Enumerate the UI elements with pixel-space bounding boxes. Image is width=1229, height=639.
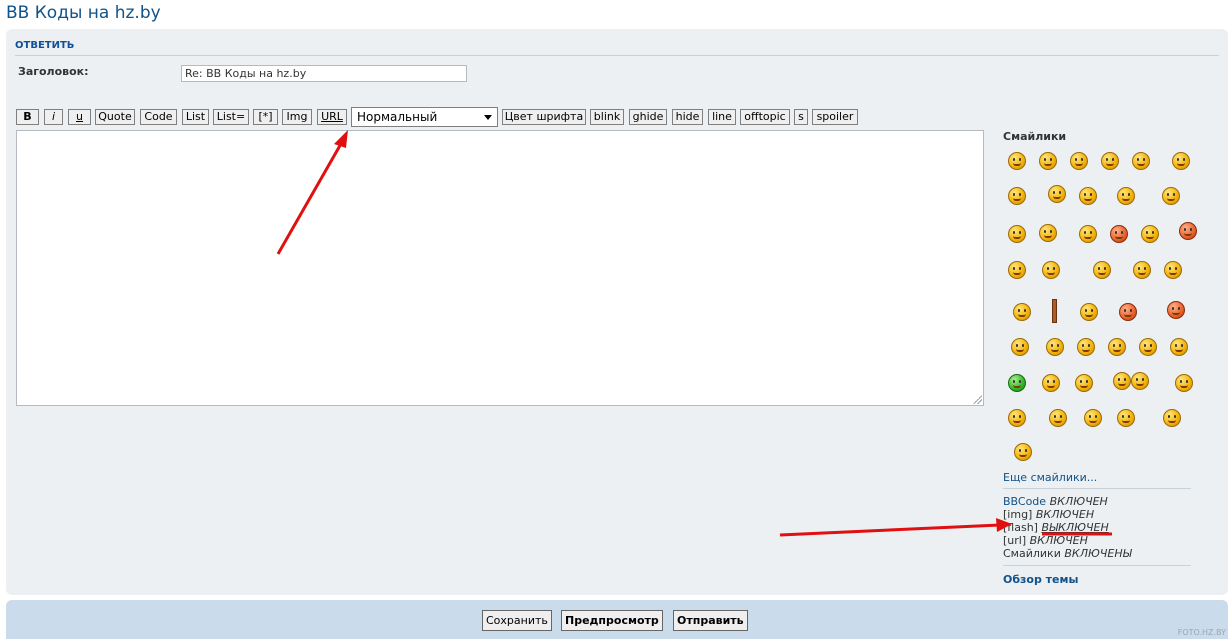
panel-heading: ОТВЕТИТЬ <box>15 40 75 51</box>
img-button[interactable]: Img <box>282 109 312 125</box>
smiley-icon[interactable] <box>1117 187 1135 205</box>
smiley-icon[interactable] <box>1164 261 1182 279</box>
smilies-heading: Смайлики <box>1003 130 1067 143</box>
smiley-icon[interactable] <box>1008 152 1026 170</box>
smiley-icon[interactable] <box>1042 261 1060 279</box>
smiley-icon[interactable] <box>1170 338 1188 356</box>
smiley-icon[interactable] <box>1014 443 1032 461</box>
smiley-icon[interactable] <box>1101 152 1119 170</box>
smiley-icon[interactable] <box>1172 152 1190 170</box>
submit-button[interactable]: Отправить <box>673 610 748 631</box>
status-value: ВКЛЮЧЕН <box>1029 534 1088 547</box>
smiley-icon[interactable] <box>1070 152 1088 170</box>
smiley-icon[interactable] <box>1011 338 1029 356</box>
status-label: [img] <box>1003 508 1033 521</box>
code-button[interactable]: Code <box>140 109 177 125</box>
url-button[interactable]: URL <box>317 109 347 125</box>
divider <box>1003 565 1191 566</box>
hide-button[interactable]: hide <box>672 109 703 125</box>
message-textarea[interactable] <box>16 130 984 406</box>
divider <box>15 55 1219 56</box>
status-value: ВКЛЮЧЕН <box>1049 495 1108 508</box>
resize-grip-icon[interactable] <box>973 395 982 404</box>
subject-label: Заголовок: <box>18 65 89 78</box>
underline-button[interactable]: u <box>68 109 91 125</box>
offtopic-button[interactable]: offtopic <box>740 109 790 125</box>
status-value: ВЫКЛЮЧЕН <box>1041 521 1109 534</box>
status-img: [img] ВКЛЮЧЕН <box>1003 508 1094 521</box>
smiley-icon[interactable] <box>1008 374 1026 392</box>
topic-review-link[interactable]: Обзор темы <box>1003 573 1078 586</box>
more-smilies-link[interactable]: Еще смайлики... <box>1003 471 1097 484</box>
smiley-icon[interactable] <box>1131 372 1149 390</box>
smiley-icon[interactable] <box>1008 225 1026 243</box>
quote-button[interactable]: Quote <box>95 109 135 125</box>
smiley-icon[interactable] <box>1048 185 1066 203</box>
smiley-icon[interactable] <box>1079 225 1097 243</box>
spoiler-button[interactable]: spoiler <box>812 109 858 125</box>
smiley-icon[interactable] <box>1013 303 1031 321</box>
status-value: ВКЛЮЧЕНЫ <box>1064 547 1132 560</box>
font-color-button[interactable]: Цвет шрифта <box>502 109 586 125</box>
list-item-button[interactable]: [*] <box>253 109 278 125</box>
divider <box>1003 488 1191 489</box>
bold-button[interactable]: B <box>16 109 39 125</box>
smiley-icon[interactable] <box>1162 187 1180 205</box>
page-title[interactable]: BB Коды на hz.by <box>6 3 161 23</box>
smiley-icon[interactable] <box>1077 338 1095 356</box>
status-label: Смайлики <box>1003 547 1061 560</box>
status-flash: [flash] ВЫКЛЮЧЕН <box>1003 521 1109 534</box>
smiley-icon[interactable] <box>1163 409 1181 427</box>
smiley-icon[interactable] <box>1133 261 1151 279</box>
blink-button[interactable]: blink <box>590 109 624 125</box>
smiley-icon[interactable] <box>1167 301 1185 319</box>
status-bbcode: BBCode ВКЛЮЧЕН <box>1003 495 1108 508</box>
status-url: [url] ВКЛЮЧЕН <box>1003 534 1088 547</box>
status-label: [url] <box>1003 534 1027 547</box>
smiley-icon[interactable] <box>1046 338 1064 356</box>
subject-input[interactable]: Re: BB Коды на hz.by <box>181 65 467 82</box>
font-size-select[interactable]: Нормальный <box>351 107 498 127</box>
smiley-icon[interactable] <box>1039 224 1057 242</box>
watermark: FOTO.HZ.BY <box>1177 628 1226 637</box>
smiley-icon[interactable] <box>1079 187 1097 205</box>
smiley-icon[interactable] <box>1175 374 1193 392</box>
font-size-value: Нормальный <box>357 110 438 124</box>
smiley-icon[interactable] <box>1132 152 1150 170</box>
smiley-icon[interactable] <box>1080 303 1098 321</box>
smiley-icon[interactable] <box>1008 261 1026 279</box>
smiley-icon[interactable] <box>1141 225 1159 243</box>
smiley-icon[interactable] <box>1179 222 1197 240</box>
smiley-icon[interactable] <box>1108 338 1126 356</box>
save-button[interactable]: Сохранить <box>482 610 552 631</box>
smiley-icon[interactable] <box>1039 152 1057 170</box>
list-button[interactable]: List <box>182 109 209 125</box>
smiley-icon[interactable] <box>1117 409 1135 427</box>
ghide-button[interactable]: ghide <box>629 109 667 125</box>
smiley-icon[interactable] <box>1110 225 1128 243</box>
smiley-icon[interactable] <box>1119 303 1137 321</box>
exclamation-post-icon[interactable] <box>1052 299 1057 323</box>
bbcode-link[interactable]: BBCode <box>1003 495 1046 508</box>
smiley-icon[interactable] <box>1139 338 1157 356</box>
status-smilies: Смайлики ВКЛЮЧЕНЫ <box>1003 547 1132 560</box>
list-numbered-button[interactable]: List= <box>213 109 249 125</box>
smiley-icon[interactable] <box>1075 374 1093 392</box>
smiley-icon[interactable] <box>1093 261 1111 279</box>
chevron-down-icon <box>484 115 492 120</box>
line-button[interactable]: line <box>708 109 736 125</box>
smiley-icon[interactable] <box>1042 374 1060 392</box>
preview-button[interactable]: Предпросмотр <box>561 610 663 631</box>
smiley-icon[interactable] <box>1008 187 1026 205</box>
smiley-icon[interactable] <box>1049 409 1067 427</box>
smiley-icon[interactable] <box>1008 409 1026 427</box>
strike-button[interactable]: s <box>794 109 808 125</box>
status-value: ВКЛЮЧЕН <box>1035 508 1095 521</box>
italic-button[interactable]: i <box>44 109 63 125</box>
smiley-icon[interactable] <box>1113 372 1131 390</box>
smiley-icon[interactable] <box>1084 409 1102 427</box>
status-label: [flash] <box>1003 521 1038 534</box>
